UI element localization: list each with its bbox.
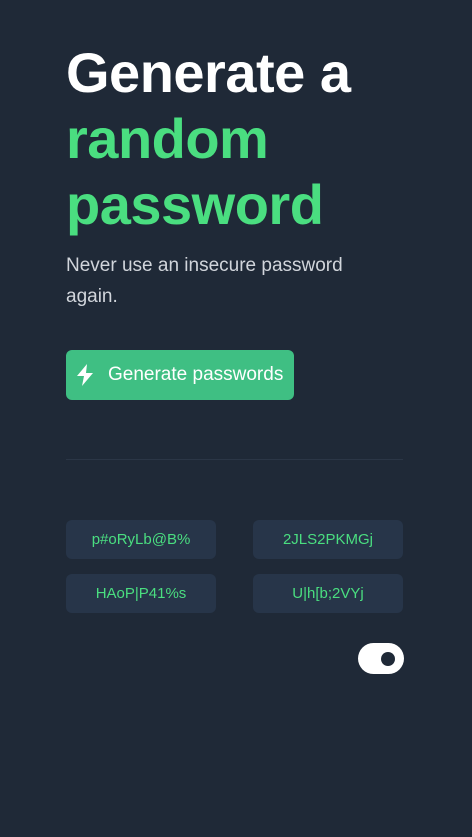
subtitle: Never use an insecure password again. (66, 255, 343, 307)
page-title: Generate a random password (66, 40, 403, 238)
title-line-3: password (66, 173, 324, 236)
password-card[interactable]: 2JLS2PKMGj (253, 520, 403, 559)
password-grid: p#oRyLb@B% 2JLS2PKMGj HAoP|P41%s U|h[b;2… (66, 520, 403, 613)
password-card[interactable]: p#oRyLb@B% (66, 520, 216, 559)
hero-section: Generate a random password Never use an … (66, 40, 403, 400)
lightning-bolt-icon (77, 364, 93, 386)
title-line-2: random (66, 107, 269, 170)
password-card[interactable]: HAoP|P41%s (66, 574, 216, 613)
password-card[interactable]: U|h[b;2VYj (253, 574, 403, 613)
generate-button-label: Generate passwords (108, 364, 284, 385)
toggle-knob (381, 652, 395, 666)
generate-passwords-button[interactable]: Generate passwords (66, 350, 295, 400)
title-line-1: Generate a (66, 41, 351, 104)
divider (66, 459, 403, 460)
theme-toggle[interactable] (358, 643, 404, 674)
